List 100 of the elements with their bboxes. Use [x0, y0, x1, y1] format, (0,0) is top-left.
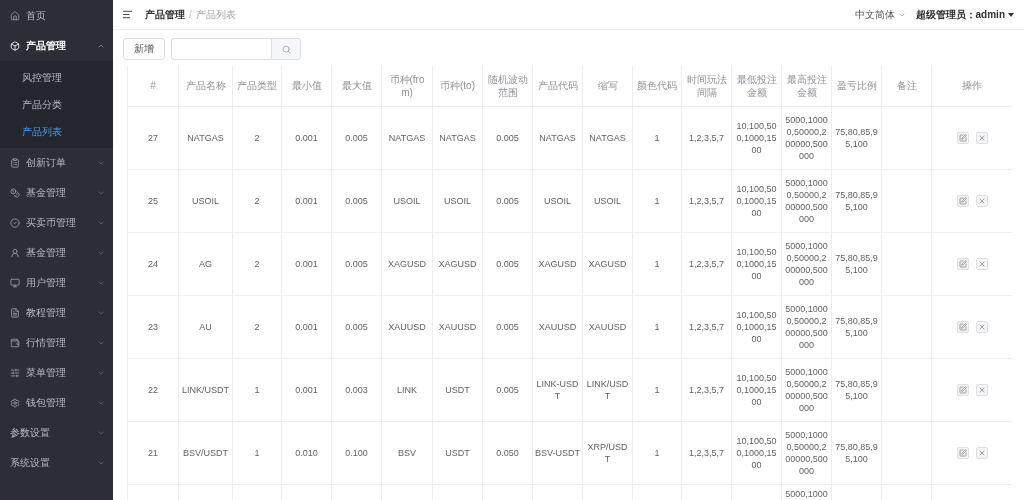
table-cell: 24 [127, 232, 179, 295]
table-cell: 0.005 [482, 169, 533, 232]
sidebar-item[interactable]: 系统设置 [0, 448, 113, 478]
table-cell: 1 [632, 358, 682, 421]
table-cell: 0.100 [331, 421, 382, 484]
delete-button[interactable] [975, 194, 988, 207]
table-cell: 0.001 [281, 106, 332, 169]
table-cell: 75,80,85,95,100 [831, 232, 882, 295]
table-cell: 2 [232, 295, 282, 358]
table-cell: 10,100,500,1000,1500 [731, 232, 782, 295]
table-cell: 75,80,85,95,100 [831, 106, 882, 169]
table-cell: NATGAS [381, 106, 433, 169]
table-cell: USDT [432, 421, 483, 484]
close-icon [977, 322, 986, 331]
table-cell: XAGUSD [432, 232, 483, 295]
edit-button[interactable] [956, 320, 969, 333]
table-cell: AU [178, 295, 233, 358]
table-cell: 1 [632, 232, 682, 295]
search-icon [281, 44, 291, 54]
user-dropdown[interactable]: 超级管理员：admin [915, 7, 1014, 22]
table-cell: 75,80,85,95,100 [831, 358, 882, 421]
edit-button[interactable] [956, 446, 969, 459]
sidebar-item[interactable]: 买卖币管理 [0, 208, 113, 238]
table-cell: 0.005 [331, 295, 382, 358]
close-icon [977, 133, 986, 142]
edit-button[interactable] [956, 194, 969, 207]
sidebar-item[interactable]: 参数设置 [0, 418, 113, 448]
sidebar-item[interactable]: 基金管理 [0, 238, 113, 268]
table-cell: 1,2,3,5,7 [681, 232, 732, 295]
table-cell: BSV [381, 421, 433, 484]
search-field[interactable] [171, 38, 271, 60]
delete-button[interactable] [975, 446, 988, 459]
delete-button[interactable] [975, 383, 988, 396]
table-cell: USOIL [432, 169, 483, 232]
language-dropdown[interactable]: 中文简体 [854, 7, 906, 22]
table-cell: 5000,10000,50000,200000,500000 [781, 358, 832, 421]
table-cell: XAUUSD [582, 295, 633, 358]
search-button[interactable] [271, 38, 301, 60]
column-header: 最低投注金额 [731, 66, 782, 106]
table-cell: XAUUSD [432, 295, 483, 358]
column-header: 备注 [881, 66, 932, 106]
table-cell: 0.005 [482, 295, 533, 358]
sidebar-item[interactable]: 创新订单 [0, 148, 113, 178]
sidebar-item[interactable]: 用户管理 [0, 268, 113, 298]
table-cell: XAGUSD [381, 232, 433, 295]
table-cell: XAGUSD [532, 232, 583, 295]
edit-icon [958, 133, 967, 142]
delete-button[interactable] [975, 320, 988, 333]
breadcrumb-item[interactable]: 产品管理 [145, 7, 185, 22]
sidebar-item[interactable]: 教程管理 [0, 298, 113, 328]
edit-button[interactable] [956, 383, 969, 396]
table-cell: 0.001 [281, 295, 332, 358]
edit-icon [958, 385, 967, 394]
delete-button[interactable] [975, 257, 988, 270]
document-icon [10, 308, 20, 318]
close-icon [977, 385, 986, 394]
submenu-item[interactable]: 风控管理 [0, 64, 113, 91]
edit-button[interactable] [956, 131, 969, 144]
column-header: 最大值 [331, 66, 382, 106]
table-cell: 1,2,3,5,7 [681, 106, 732, 169]
add-button[interactable]: 新增 [123, 38, 165, 60]
check-circle-icon [10, 218, 20, 228]
table-cell: 10,100,500,1000,1500 [731, 295, 782, 358]
table-cell: 75,80,85,95,100 [831, 295, 882, 358]
column-header: 币种(to) [432, 66, 483, 106]
table-cell: 1 [632, 295, 682, 358]
table-cell: BSV/USDT [178, 421, 233, 484]
table-cell: 0.005 [482, 106, 533, 169]
column-header: 产品类型 [232, 66, 282, 106]
table-cell: 0.005 [331, 106, 382, 169]
delete-button[interactable] [975, 131, 988, 144]
table-cell: 0.050 [482, 421, 533, 484]
table-cell: NATGAS [582, 106, 633, 169]
sidebar-item[interactable]: 首页 [0, 1, 113, 31]
table-cell: 25 [127, 169, 179, 232]
table-cell: 2 [232, 169, 282, 232]
submenu-item[interactable]: 产品分类 [0, 91, 113, 118]
clipboard-icon [10, 158, 20, 168]
table-cell: USOIL [532, 169, 583, 232]
table-cell: 75,80,85,95,100 [831, 421, 882, 484]
sidebar-item[interactable]: 产品管理 [0, 31, 113, 61]
submenu-item[interactable]: 产品列表 [0, 118, 113, 145]
table-cell: 27 [127, 106, 179, 169]
sidebar-item[interactable]: 行情管理 [0, 328, 113, 358]
table-cell: 5000,10000,50000,200000,500000 [781, 232, 832, 295]
column-header: 产品名称 [178, 66, 233, 106]
table-cell: 23 [127, 295, 179, 358]
sidebar-item[interactable]: 基金管理 [0, 178, 113, 208]
table-cell: LINK-USDT [532, 358, 583, 421]
sidebar-item[interactable]: 钱包管理 [0, 388, 113, 418]
table-cell: 2 [232, 106, 282, 169]
monitor-icon [10, 278, 20, 288]
table-cell: 1,2,3,5,7 [681, 358, 732, 421]
table-cell: USDT [432, 358, 483, 421]
table-cell: USOIL [381, 169, 433, 232]
sidebar-item[interactable]: 菜单管理 [0, 358, 113, 388]
menu-icon[interactable] [122, 9, 133, 20]
table-cell: XAGUSD [582, 232, 633, 295]
table-cell: 10,100,500,1000,1500 [731, 169, 782, 232]
edit-button[interactable] [956, 257, 969, 270]
